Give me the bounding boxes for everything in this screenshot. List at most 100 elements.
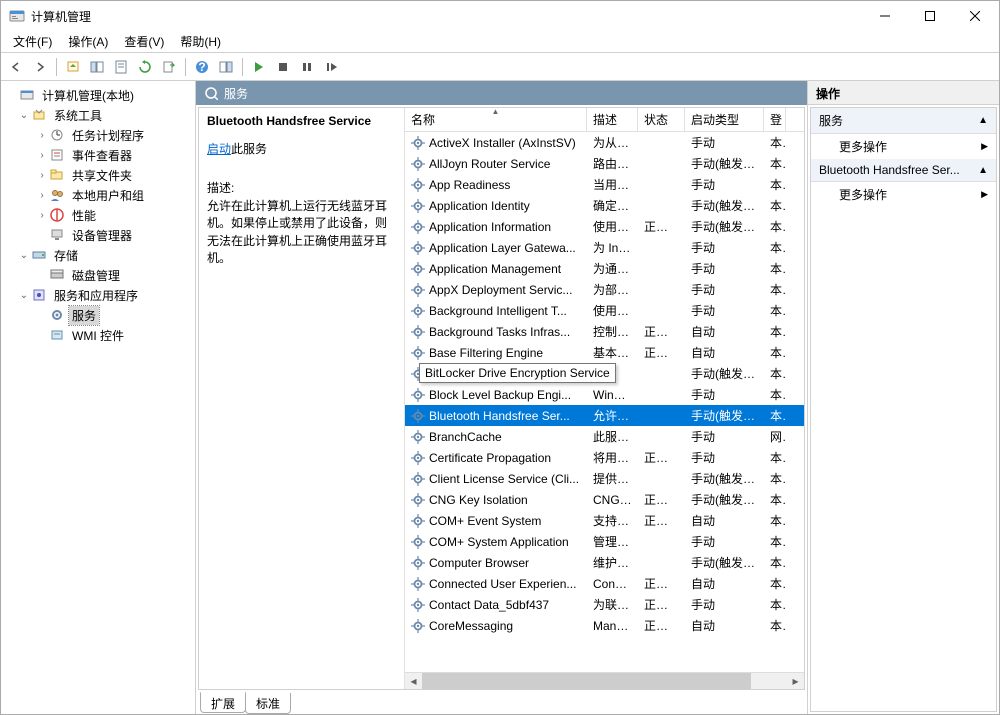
show-hide-tree-button[interactable] [86, 56, 108, 78]
center-header: 服务 [196, 81, 807, 105]
description-label: 描述: [207, 179, 396, 196]
export-button[interactable] [158, 56, 180, 78]
tree-services[interactable]: 服务 [3, 305, 193, 325]
tree-event-viewer[interactable]: ›事件查看器 [3, 145, 193, 165]
service-row[interactable]: Background Intelligent T...使用…手动本 [405, 300, 804, 321]
menu-file[interactable]: 文件(F) [5, 31, 60, 52]
tree-wmi[interactable]: WMI 控件 [3, 325, 193, 345]
service-row[interactable]: Computer Browser维护…手动(触发…本 [405, 552, 804, 573]
nav-tree[interactable]: 计算机管理(本地) ⌄系统工具 ›任务计划程序 ›事件查看器 ›共享文件夹 ›本… [1, 81, 196, 714]
restart-service-button[interactable] [320, 56, 342, 78]
menu-action[interactable]: 操作(A) [60, 31, 116, 52]
refresh-button[interactable] [134, 56, 156, 78]
services-list: 名称▲ 描述 状态 启动类型 登 ActiveX Installer (AxIn… [404, 108, 804, 689]
service-row[interactable]: Contact Data_5dbf437为联…正在…手动本 [405, 594, 804, 615]
gear-icon [411, 535, 425, 549]
tree-storage[interactable]: ⌄存储 [3, 245, 193, 265]
service-row[interactable]: Application Information使用…正在…手动(触发…本 [405, 216, 804, 237]
tree-shared-folders[interactable]: ›共享文件夹 [3, 165, 193, 185]
gear-icon [411, 346, 425, 360]
start-service-link[interactable]: 启动 [207, 142, 231, 156]
service-row[interactable]: Background Tasks Infras...控制…正在…自动本 [405, 321, 804, 342]
actions-pane: 操作 服务▲ 更多操作▶ Bluetooth Handsfree Ser...▲… [808, 81, 999, 714]
gear-icon [411, 598, 425, 612]
up-button[interactable] [62, 56, 84, 78]
scroll-right-arrow[interactable]: ▸ [787, 673, 804, 689]
start-service-link-row: 启动此服务 [207, 140, 396, 157]
scroll-left-arrow[interactable]: ◂ [405, 673, 422, 689]
service-row[interactable]: CoreMessagingMan…正在…自动本 [405, 615, 804, 636]
scroll-thumb[interactable] [422, 673, 751, 689]
back-button[interactable] [5, 56, 27, 78]
col-desc[interactable]: 描述 [587, 108, 638, 131]
service-row[interactable]: Client License Service (Cli...提供…手动(触发…本 [405, 468, 804, 489]
service-row[interactable]: Block Level Backup Engi...Win…手动本 [405, 384, 804, 405]
gear-icon [411, 472, 425, 486]
action-more-2[interactable]: 更多操作▶ [811, 182, 996, 207]
service-row[interactable]: COM+ System Application管理…手动本 [405, 531, 804, 552]
menu-help[interactable]: 帮助(H) [172, 31, 229, 52]
service-row[interactable]: App Readiness当用…手动本 [405, 174, 804, 195]
col-start[interactable]: 启动类型 [685, 108, 764, 131]
detail-tabs: 扩展 标准 [196, 692, 807, 714]
menu-view[interactable]: 查看(V) [116, 31, 172, 52]
service-row[interactable]: Application Identity确定…手动(触发…本 [405, 195, 804, 216]
service-row[interactable]: Bluetooth Handsfree Ser...允许…手动(触发…本 [405, 405, 804, 426]
tree-system-tools[interactable]: ⌄系统工具 [3, 105, 193, 125]
titlebar: 计算机管理 [1, 1, 999, 31]
service-row[interactable]: Application Layer Gatewa...为 In…手动本 [405, 237, 804, 258]
action-section-selected[interactable]: Bluetooth Handsfree Ser...▲ [811, 159, 996, 182]
tree-task-scheduler[interactable]: ›任务计划程序 [3, 125, 193, 145]
service-row[interactable]: ActiveX Installer (AxInstSV)为从…手动本 [405, 132, 804, 153]
properties-button[interactable] [110, 56, 132, 78]
tree-performance[interactable]: ›性能 [3, 205, 193, 225]
stop-service-button[interactable] [272, 56, 294, 78]
list-header: 名称▲ 描述 状态 启动类型 登 [405, 108, 804, 132]
show-hide-action-button[interactable] [215, 56, 237, 78]
gear-icon [411, 409, 425, 423]
service-row[interactable]: AllJoyn Router Service路由…手动(触发…本 [405, 153, 804, 174]
gear-icon [411, 199, 425, 213]
action-section-services[interactable]: 服务▲ [811, 108, 996, 134]
service-row[interactable]: COM+ Event System支持…正在…自动本 [405, 510, 804, 531]
svg-text:?: ? [198, 60, 205, 74]
col-logon[interactable]: 登 [764, 108, 786, 131]
app-icon [9, 8, 25, 24]
service-row[interactable]: Certificate Propagation将用…正在…手动本 [405, 447, 804, 468]
pause-service-button[interactable] [296, 56, 318, 78]
start-service-button[interactable] [248, 56, 270, 78]
forward-button[interactable] [29, 56, 51, 78]
service-row[interactable]: Connected User Experien...Con…正在…自动本 [405, 573, 804, 594]
refresh-icon [204, 86, 218, 100]
minimize-button[interactable] [862, 2, 907, 31]
col-name[interactable]: 名称▲ [405, 108, 587, 131]
horizontal-scrollbar[interactable]: ◂ ▸ [405, 672, 804, 689]
tab-standard[interactable]: 标准 [245, 693, 291, 714]
service-row[interactable]: AppX Deployment Servic...为部…手动本 [405, 279, 804, 300]
gear-icon [411, 493, 425, 507]
help-button[interactable]: ? [191, 56, 213, 78]
center-pane: 服务 Bluetooth Handsfree Service 启动此服务 描述:… [196, 81, 808, 714]
tree-services-apps[interactable]: ⌄服务和应用程序 [3, 285, 193, 305]
service-row[interactable]: Application Management为通…手动本 [405, 258, 804, 279]
list-rows[interactable]: ActiveX Installer (AxInstSV)为从…手动本AllJoy… [405, 132, 804, 672]
close-button[interactable] [952, 2, 997, 31]
tree-root[interactable]: 计算机管理(本地) [3, 85, 193, 105]
service-row[interactable]: BranchCache此服…手动网 [405, 426, 804, 447]
gear-icon [411, 514, 425, 528]
maximize-button[interactable] [907, 2, 952, 31]
col-status[interactable]: 状态 [638, 108, 685, 131]
tree-device-manager[interactable]: 设备管理器 [3, 225, 193, 245]
gear-icon [411, 451, 425, 465]
action-more-1[interactable]: 更多操作▶ [811, 134, 996, 159]
gear-icon [411, 577, 425, 591]
tree-disk-management[interactable]: 磁盘管理 [3, 265, 193, 285]
tree-local-users[interactable]: ›本地用户和组 [3, 185, 193, 205]
toolbar: ? [1, 53, 999, 81]
tab-extended[interactable]: 扩展 [200, 692, 246, 713]
gear-icon [411, 262, 425, 276]
service-row[interactable]: CNG Key IsolationCNG…正在…手动(触发…本 [405, 489, 804, 510]
service-row[interactable]: Base Filtering Engine基本…正在…自动本 [405, 342, 804, 363]
gear-icon [411, 388, 425, 402]
gear-icon [411, 157, 425, 171]
